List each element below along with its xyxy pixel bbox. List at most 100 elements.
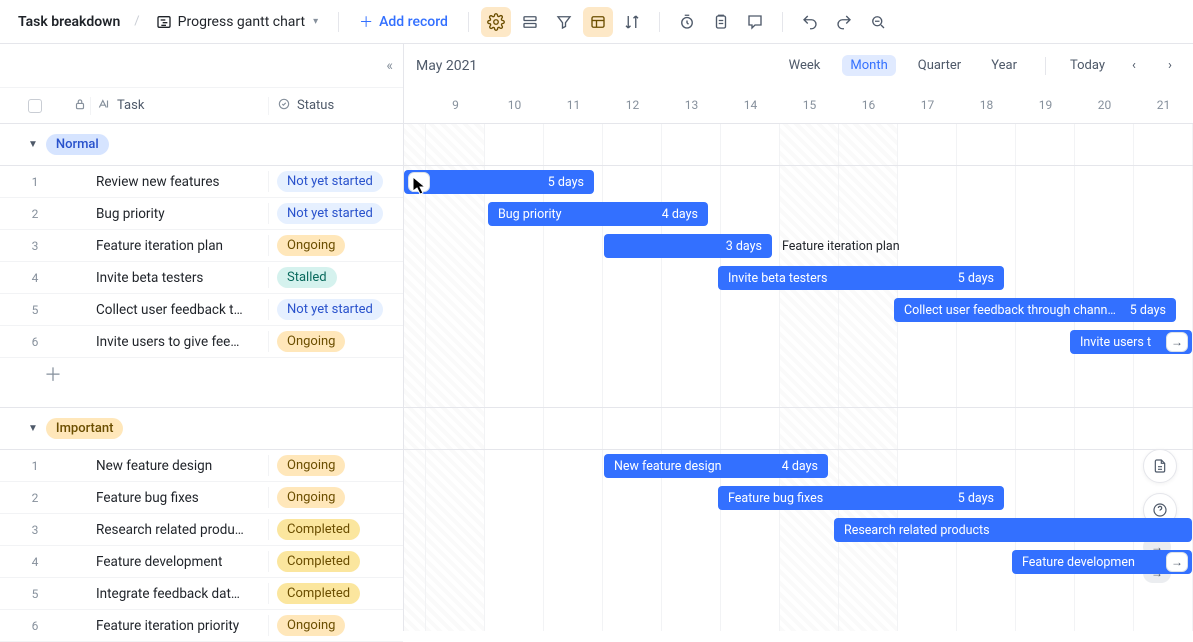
status-cell[interactable]: Completed — [268, 519, 403, 540]
table-row[interactable]: 6 Feature iteration priority Ongoing — [0, 610, 403, 642]
period-quarter[interactable]: Quarter — [910, 55, 969, 76]
task-name-cell[interactable]: Integrate feedback dat… — [70, 586, 268, 602]
status-cell[interactable]: Ongoing — [268, 235, 403, 256]
search-button[interactable] — [863, 7, 893, 37]
task-name-cell[interactable]: Feature bug fixes — [70, 490, 268, 506]
table-row[interactable]: 1 Review new features Not yet started — [0, 166, 403, 198]
timeline-next[interactable]: › — [1159, 58, 1181, 73]
sort-button[interactable] — [617, 7, 647, 37]
add-row-button[interactable]: ＋ — [0, 358, 403, 390]
add-record-button[interactable]: ＋ Add record — [351, 8, 456, 36]
table-row[interactable]: 5 Integrate feedback dat… Completed — [0, 578, 403, 610]
gantt-bar[interactable]: Invite beta testers5 days — [718, 266, 1004, 290]
table-row[interactable]: 3 Feature iteration plan Ongoing — [0, 230, 403, 262]
timeline-month-label: May 2021 — [416, 58, 477, 74]
gantt-bar-label: Invite beta testers — [728, 271, 950, 286]
bar-extend-right-handle[interactable]: → — [1166, 552, 1188, 572]
gantt-bar[interactable]: Feature developmen — [1012, 550, 1192, 574]
task-name-cell[interactable]: Review new features — [70, 174, 268, 190]
day-header: 18 — [957, 98, 1016, 112]
task-name-cell[interactable]: Research related produ… — [70, 522, 268, 538]
status-column-header[interactable]: Status — [268, 97, 403, 115]
group-header[interactable]: ▼ Important — [0, 408, 403, 450]
gantt-bar[interactable]: Feature bug fixes5 days — [718, 486, 1004, 510]
task-name-cell[interactable]: Feature iteration plan — [70, 238, 268, 254]
today-button[interactable]: Today — [1066, 55, 1109, 76]
breadcrumb-sep: / — [134, 14, 139, 29]
row-index: 1 — [0, 459, 70, 473]
status-cell[interactable]: Not yet started — [268, 299, 403, 320]
group-icon — [521, 13, 539, 31]
table-row[interactable]: 4 Invite beta testers Stalled — [0, 262, 403, 294]
collapse-icon[interactable]: ▼ — [28, 139, 38, 150]
gantt-bar[interactable]: 3 days — [604, 234, 772, 258]
view-selector-label: Progress gantt chart — [178, 14, 305, 30]
day-header: 9 — [426, 98, 485, 112]
task-column-header[interactable]: Task — [90, 97, 268, 115]
select-all-checkbox[interactable] — [28, 99, 42, 113]
status-badge: Ongoing — [277, 487, 345, 508]
comments-button[interactable] — [740, 7, 770, 37]
task-name-cell[interactable]: Bug priority — [70, 206, 268, 222]
gantt-row — [404, 610, 1193, 631]
bar-extend-left-handle[interactable]: ← — [408, 172, 430, 192]
period-month[interactable]: Month — [842, 55, 895, 76]
group-header[interactable]: ▼ Normal — [0, 124, 403, 166]
gantt-bar-label: Collect user feedback through chann… — [904, 303, 1122, 318]
table-row[interactable]: 2 Feature bug fixes Ongoing — [0, 482, 403, 514]
task-name-cell[interactable]: Collect user feedback t… — [70, 302, 268, 318]
status-cell[interactable]: Stalled — [268, 267, 403, 288]
group-button[interactable] — [515, 7, 545, 37]
view-selector[interactable]: Progress gantt chart ▾ — [148, 10, 326, 34]
gantt-bar-duration: 5 days — [548, 175, 584, 190]
gantt-bar[interactable]: Research related products — [834, 518, 1192, 542]
gantt-bar[interactable]: Bug priority4 days — [488, 202, 708, 226]
table-row[interactable]: 5 Collect user feedback t… Not yet start… — [0, 294, 403, 326]
layout-button[interactable] — [583, 7, 613, 37]
gantt-bar[interactable]: New feature design4 days — [604, 454, 828, 478]
collapse-icon[interactable]: ▼ — [28, 423, 38, 434]
row-index: 3 — [0, 523, 70, 537]
task-name-cell[interactable]: New feature design — [70, 458, 268, 474]
group-bottom-border — [0, 390, 403, 408]
task-name-cell[interactable]: Invite users to give fee… — [70, 334, 268, 350]
status-cell[interactable]: Not yet started — [268, 203, 403, 224]
redo-button[interactable] — [829, 7, 859, 37]
task-table: « Task — [0, 44, 404, 631]
status-cell[interactable]: Completed — [268, 551, 403, 572]
table-row[interactable]: 3 Research related produ… Completed — [0, 514, 403, 546]
day-header: 17 — [898, 98, 957, 112]
toolbar: Task breakdown / Progress gantt chart ▾ … — [0, 0, 1193, 44]
status-cell[interactable]: Ongoing — [268, 455, 403, 476]
reminders-button[interactable] — [672, 7, 702, 37]
group-header-spacer — [404, 124, 1193, 166]
gantt-row: Feature bug fixes5 days — [404, 482, 1193, 514]
status-cell[interactable]: Ongoing — [268, 487, 403, 508]
gantt-bar[interactable]: Collect user feedback through chann…5 da… — [894, 298, 1176, 322]
table-row[interactable]: 1 New feature design Ongoing — [0, 450, 403, 482]
filter-button[interactable] — [549, 7, 579, 37]
task-name-cell[interactable]: Feature development — [70, 554, 268, 570]
task-name-cell[interactable]: Invite beta testers — [70, 270, 268, 286]
undo-button[interactable] — [795, 7, 825, 37]
status-cell[interactable]: Ongoing — [268, 331, 403, 352]
group-bottom-border — [404, 390, 1193, 408]
breadcrumb-root[interactable]: Task breakdown — [12, 10, 126, 34]
gantt-bar[interactable]: a5 days — [404, 170, 594, 194]
timeline-prev[interactable]: ‹ — [1123, 58, 1145, 73]
collapse-left-icon[interactable]: « — [386, 58, 393, 74]
status-cell[interactable]: Ongoing — [268, 615, 403, 636]
task-name-cell[interactable]: Feature iteration priority — [70, 618, 268, 634]
bar-extend-right-handle[interactable]: → — [1166, 332, 1188, 352]
table-row[interactable]: 4 Feature development Completed — [0, 546, 403, 578]
checklist-button[interactable] — [706, 7, 736, 37]
table-row[interactable]: 6 Invite users to give fee… Ongoing — [0, 326, 403, 358]
status-cell[interactable]: Completed — [268, 583, 403, 604]
settings-button[interactable] — [481, 7, 511, 37]
status-cell[interactable]: Not yet started — [268, 171, 403, 192]
table-row[interactable]: 2 Bug priority Not yet started — [0, 198, 403, 230]
day-header: 21 — [1134, 98, 1193, 112]
period-week[interactable]: Week — [781, 55, 829, 76]
period-year[interactable]: Year — [983, 55, 1025, 76]
status-field-icon — [277, 97, 291, 115]
